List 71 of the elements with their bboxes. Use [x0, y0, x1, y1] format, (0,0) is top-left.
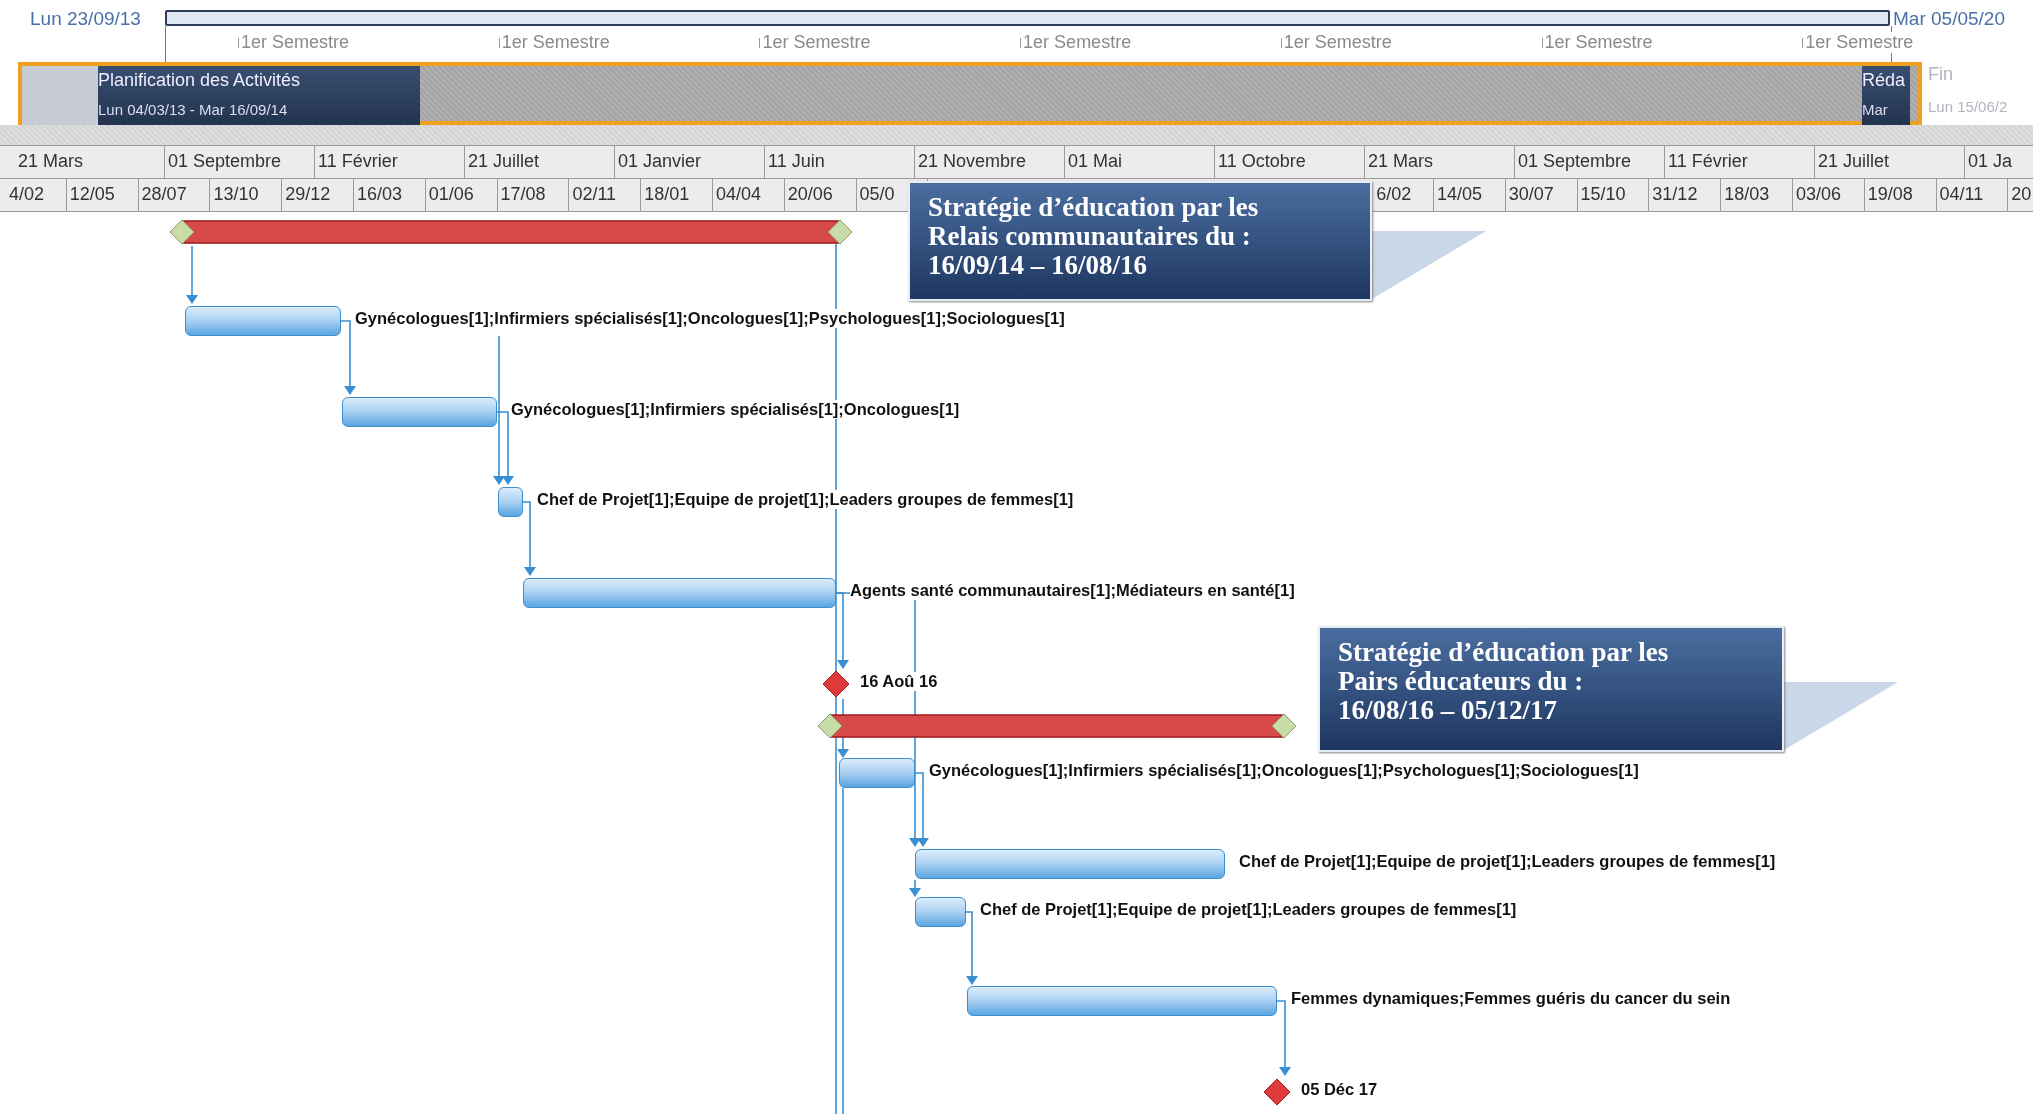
- milestone-date: 16 Aoû 16: [860, 672, 938, 691]
- timescale-cell: 02/11: [569, 179, 642, 211]
- dependency-arrow: [909, 879, 921, 897]
- timescale-cell: 13/10: [210, 179, 283, 211]
- timescale-cell: 29/12: [282, 179, 354, 211]
- timescale-cell: 15/10: [1577, 179, 1650, 211]
- timescale-cell: 21 Mars: [15, 146, 165, 178]
- timescale-cell: 30/07: [1505, 179, 1578, 211]
- task-bar[interactable]: [915, 897, 966, 927]
- resource-label: Chef de Projet[1];Equipe de projet[1];Leaders groupes de femmes[1]: [980, 900, 1517, 919]
- resource-label: Gynécologues[1];Infirmiers spécialisés[1];Oncologues[1];Psychologues[1];Sociologues[1]: [929, 761, 1639, 780]
- timescale-cell: 11 Juin: [765, 146, 915, 178]
- timeline-task-name: Planification des Activités: [98, 70, 302, 91]
- resource-label: Gynécologues[1];Infirmiers spécialisés[1];Oncologues[1];Psychologues[1];Sociologues[1]: [355, 309, 1065, 328]
- timeline-start-date: Lun 23/09/13: [30, 8, 141, 30]
- summary-bar[interactable]: [817, 711, 1297, 741]
- timescale-cell: 04/04: [712, 179, 785, 211]
- resource-label: Agents santé communautaires[1];Médiateurs en santé[1]: [850, 581, 1295, 600]
- timescale-cell: 18/01: [641, 179, 713, 211]
- period-label: 1er Semestre: [1805, 32, 1914, 53]
- task-bar[interactable]: [839, 758, 915, 788]
- task-bar[interactable]: [185, 306, 341, 336]
- timescale-cell: 31/12: [1649, 179, 1722, 211]
- timescale-cell: 01 Septembre: [1515, 146, 1665, 178]
- timeline-end-date: Mar 05/05/20: [1893, 8, 2005, 30]
- resource-label: Femmes dynamiques;Femmes guéris du cancer du sein: [1291, 989, 1731, 1008]
- timescale-cell: 21 Novembre: [915, 146, 1065, 178]
- timescale-cell: 12/05: [66, 179, 139, 211]
- resource-label: Chef de Projet[1];Equipe de projet[1];Leaders groupes de femmes[1]: [1239, 852, 1776, 871]
- timescale-cell: 21 Mars: [1365, 146, 1515, 178]
- timescale-cell: 20/06: [784, 179, 857, 211]
- summary-bar[interactable]: [169, 217, 853, 247]
- timeline-task-dates: Lun 04/03/13 - Mar 16/09/14: [98, 101, 289, 118]
- timescale-cell: 18/03: [1721, 179, 1793, 211]
- timeline-task-bar[interactable]: Planification des Activités Lun 04/03/13 - Mar 16/09/14: [98, 66, 420, 125]
- timescale-cell: 11 Février: [1665, 146, 1815, 178]
- timescale-cell: 14/05: [1433, 179, 1506, 211]
- timescale-cell: 17/08: [497, 179, 570, 211]
- timescale-cell: 01 Ja: [1965, 146, 2033, 178]
- timescale-cell: 20: [2008, 179, 2033, 211]
- callout-text: Stratégie d’éducation par les Pairs éducateurs du : 16/08/16 – 05/12/17: [1338, 638, 1670, 726]
- task-bar[interactable]: [967, 986, 1277, 1016]
- timescale-cell: 11 Octobre: [1215, 146, 1365, 178]
- task-bar[interactable]: [498, 487, 523, 517]
- timescale-cell: 28/07: [138, 179, 211, 211]
- milestone-marker[interactable]: [822, 670, 850, 698]
- timescale-cell: 21 Juillet: [1815, 146, 1965, 178]
- timescale-cell: 03/06: [1792, 179, 1865, 211]
- timescale-cell: 01 Janvier: [615, 146, 765, 178]
- timescale-cell: 01 Mai: [1065, 146, 1215, 178]
- timescale-cell: 01/06: [425, 179, 498, 211]
- timescale-cell: 4/02: [0, 179, 67, 211]
- dependency-arrow: [186, 245, 198, 304]
- finish-label: Fin: [1928, 64, 1953, 85]
- timescale-cell: 19/08: [1864, 179, 1937, 211]
- timeline-task-dates: Mar: [1862, 101, 1889, 118]
- timescale-cell: 21 Juillet: [465, 146, 615, 178]
- timescale-cell: 01 Septembre: [165, 146, 315, 178]
- timescale-cell: 11 Février: [315, 146, 465, 178]
- timescale-cell: 04/11: [1936, 179, 2009, 211]
- timeline-task-name: Réda: [1862, 70, 1907, 91]
- resource-label: Gynécologues[1];Infirmiers spécialisés[1];Oncologues[1]: [511, 400, 960, 419]
- finish-date: Lun 15/06/2: [1928, 98, 2008, 115]
- task-bar[interactable]: [523, 578, 836, 608]
- timeline-task-bar[interactable]: Réda Mar: [1862, 66, 1910, 125]
- timescale-cell: 16/03: [354, 179, 426, 211]
- resource-label: Chef de Projet[1];Equipe de projet[1];Leaders groupes de femmes[1]: [537, 490, 1074, 509]
- milestone-marker[interactable]: [1263, 1078, 1291, 1106]
- task-bar[interactable]: [342, 397, 497, 427]
- task-bar[interactable]: [915, 849, 1225, 879]
- callout-text: Stratégie d’éducation par les Relais communautaires du : 16/09/14 – 16/08/16: [928, 193, 1260, 281]
